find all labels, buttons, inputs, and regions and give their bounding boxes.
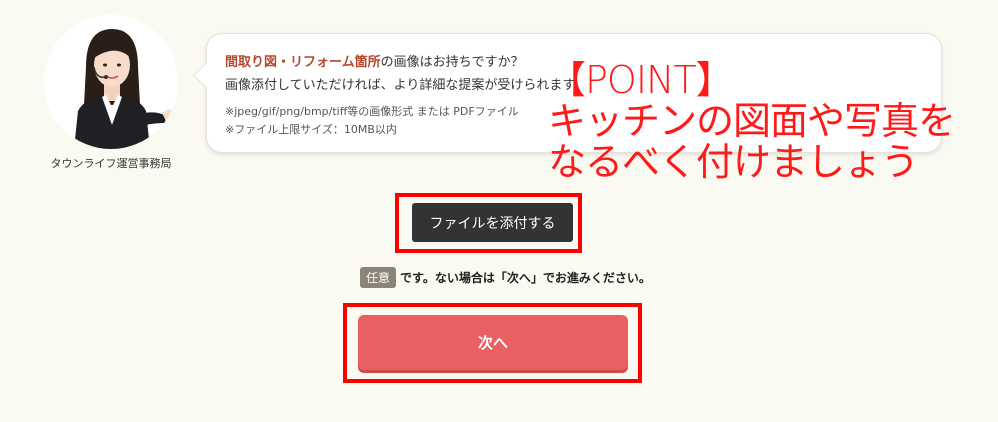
point-annotation-line1: 【POINT】 bbox=[548, 58, 734, 102]
bubble-note-size: ※ファイル上限サイズ：10MB以内 bbox=[225, 123, 397, 136]
next-button[interactable]: 次へ bbox=[358, 315, 628, 370]
optional-note: 任意 です。ない場合は「次へ」でお進みください。 bbox=[360, 267, 651, 288]
bubble-highlight: 間取り図・リフォーム箇所 bbox=[225, 55, 381, 70]
speech-bubble-tail bbox=[193, 62, 220, 89]
agent-caption: タウンライフ運営事務局 bbox=[50, 157, 172, 170]
optional-text: です。ない場合は「次へ」でお進みください。 bbox=[400, 271, 651, 285]
optional-badge: 任意 bbox=[360, 267, 397, 288]
bubble-note-formats: ※jpeg/gif/png/bmp/tiff等の画像形式 または PDFファイル bbox=[225, 105, 519, 118]
bubble-question: 間取り図・リフォーム箇所の画像はお持ちですか？ bbox=[225, 51, 524, 70]
bubble-line2: 画像添付していただければ、より詳細な提案が受けられます。 bbox=[225, 78, 588, 93]
point-annotation-line2: キッチンの図面や写真を bbox=[548, 99, 956, 143]
point-annotation: 【POINT】 キッチンの図面や写真を なるべく付けましょう bbox=[548, 60, 998, 183]
agent-avatar bbox=[44, 15, 178, 149]
bubble-question-rest: の画像はお持ちですか？ bbox=[380, 55, 524, 70]
point-annotation-line3: なるべく付けましょう bbox=[548, 140, 919, 184]
agent-avatar-illustration bbox=[44, 15, 178, 149]
attach-file-button[interactable]: ファイルを添付する bbox=[412, 203, 573, 242]
